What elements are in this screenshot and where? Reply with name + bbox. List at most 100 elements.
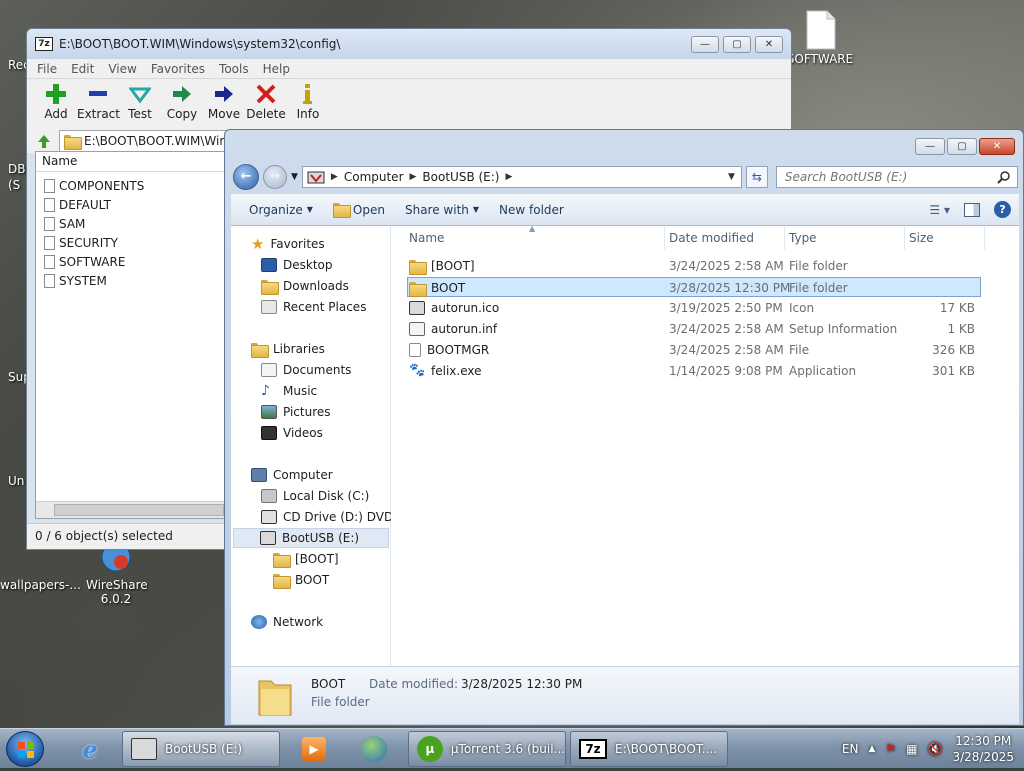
nav-music[interactable]: ♪ Music	[261, 381, 317, 401]
search-icon[interactable]	[997, 170, 1011, 184]
explorer-window[interactable]: — ▢ ✕ ← → ▼ ▶ Computer ▶ BootUSB (E:) ▶ …	[224, 129, 1024, 726]
column-headers: Name ▲ Date modified Type Size	[391, 224, 1019, 250]
breadcrumb-computer[interactable]: Computer	[344, 170, 404, 184]
folder-icon	[409, 259, 427, 275]
recent-pages-chevron-icon[interactable]: ▼	[291, 172, 298, 182]
refresh-button[interactable]: ⇆	[745, 166, 768, 188]
maximize-button[interactable]: ▢	[723, 35, 751, 53]
nav-recent-places[interactable]: Recent Places	[261, 297, 366, 317]
address-dropdown-icon[interactable]: ▼	[728, 172, 735, 182]
add-button[interactable]: Add	[35, 79, 77, 129]
file-list[interactable]: Name ▲ Date modified Type Size [BOOT] 3/…	[391, 224, 1019, 666]
scrollbar-thumb[interactable]	[54, 504, 224, 516]
maximize-button[interactable]: ▢	[947, 137, 977, 155]
recent-places-icon	[261, 300, 277, 314]
nav-videos[interactable]: Videos	[261, 423, 323, 443]
explorer-titlebar[interactable]: — ▢ ✕	[225, 130, 1023, 162]
taskbar: e BootUSB (E:) ▶ µ µTorrent 3.6 (buil...…	[0, 728, 1024, 768]
language-indicator[interactable]: EN	[842, 742, 859, 756]
up-folder-icon[interactable]	[35, 132, 53, 150]
taskbar-explorer-button[interactable]: BootUSB (E:)	[122, 731, 280, 767]
nav-computer[interactable]: Computer	[251, 465, 333, 485]
back-button[interactable]: ←	[233, 164, 259, 190]
nav-network[interactable]: Network	[251, 612, 323, 632]
organize-button[interactable]: Organize ▼	[243, 203, 327, 217]
new-folder-button[interactable]: New folder	[493, 203, 578, 217]
nav-boot-bracket[interactable]: [BOOT]	[273, 549, 339, 569]
minimize-button[interactable]: —	[691, 35, 719, 53]
view-options-icon[interactable]: ☰ ▾	[929, 203, 950, 217]
show-hidden-icons-icon[interactable]: ▲	[868, 744, 875, 754]
action-center-flag-icon[interactable]: ⚑	[885, 742, 896, 756]
file-name: COMPONENTS	[59, 178, 145, 193]
file-row[interactable]: 🐾 felix.exe 1/14/2025 9:08 PM Application…	[407, 361, 981, 381]
taskbar-utorrent-button[interactable]: µ µTorrent 3.6 (buil...	[408, 731, 566, 767]
help-icon[interactable]: ?	[994, 201, 1011, 218]
extract-button[interactable]: Extract	[77, 79, 120, 129]
file-row[interactable]: autorun.ico 3/19/2025 2:50 PM Icon 17 KB	[407, 298, 981, 318]
desktop-icon-label: SOFTWARE	[786, 52, 854, 66]
clock[interactable]: 12:30 PM 3/28/2025	[952, 733, 1014, 765]
open-button[interactable]: Open	[327, 203, 399, 218]
nav-bootusb[interactable]: BootUSB (E:)	[233, 528, 389, 548]
share-with-button[interactable]: Share with ▼	[399, 203, 493, 217]
add-label: Add	[44, 107, 68, 121]
test-button[interactable]: Test	[119, 79, 161, 129]
sevenzip-titlebar[interactable]: 7z E:\BOOT\BOOT.WIM\Windows\system32\con…	[27, 29, 791, 59]
close-button[interactable]: ✕	[979, 137, 1015, 155]
nav-local-disk[interactable]: Local Disk (C:)	[261, 486, 369, 506]
menu-view[interactable]: View	[108, 62, 136, 76]
nav-downloads[interactable]: Downloads	[261, 276, 349, 296]
menu-edit[interactable]: Edit	[71, 62, 94, 76]
nav-desktop[interactable]: Desktop	[261, 255, 333, 275]
start-button[interactable]	[6, 731, 44, 767]
nav-local-disk-label: Local Disk (C:)	[283, 489, 370, 503]
menu-help[interactable]: Help	[263, 62, 290, 76]
column-header-type[interactable]: Type	[785, 226, 905, 250]
file-row[interactable]: [BOOT] 3/24/2025 2:58 AM File folder	[407, 256, 981, 276]
search-box[interactable]	[775, 166, 1018, 188]
file-row[interactable]: autorun.inf 3/24/2025 2:58 AM Setup Info…	[407, 319, 981, 339]
breadcrumb-bootusb[interactable]: BootUSB (E:)	[422, 170, 499, 184]
nav-libraries-label: Libraries	[273, 342, 325, 356]
file-row[interactable]: BOOTMGR 3/24/2025 2:58 AM File 326 KB	[407, 340, 981, 360]
delete-button[interactable]: Delete	[245, 79, 287, 129]
copy-button[interactable]: Copy	[161, 79, 203, 129]
volume-icon[interactable]: 🔇	[928, 742, 943, 756]
info-button[interactable]: Info	[287, 79, 329, 129]
preview-pane-icon[interactable]	[964, 202, 980, 217]
desktop-icon-software[interactable]: SOFTWARE	[780, 10, 860, 66]
folder-icon	[409, 281, 427, 297]
taskbar-media-player-button[interactable]: ▶	[288, 731, 340, 767]
taskbar-ie-button[interactable]: e	[64, 731, 116, 767]
menu-file[interactable]: File	[37, 62, 57, 76]
breadcrumb-separator-icon[interactable]: ▶	[410, 172, 417, 182]
menu-favorites[interactable]: Favorites	[151, 62, 205, 76]
nav-favorites[interactable]: ★ Favorites	[251, 234, 325, 254]
minimize-button[interactable]: —	[915, 137, 945, 155]
file-row-selected[interactable]: BOOT 3/28/2025 12:30 PM File folder	[407, 277, 981, 297]
file-size: 17 KB	[939, 301, 975, 315]
nav-pictures[interactable]: Pictures	[261, 402, 331, 422]
forward-button[interactable]: →	[263, 165, 287, 189]
taskbar-network-button[interactable]	[348, 731, 400, 767]
extract-label: Extract	[77, 107, 120, 121]
network-tray-icon[interactable]: ▦	[906, 742, 917, 756]
desktop-icon-wallpapers[interactable]: wallpapers-...	[0, 548, 81, 592]
breadcrumb-separator-icon[interactable]: ▶	[505, 172, 512, 182]
nav-documents[interactable]: Documents	[261, 360, 351, 380]
nav-cd-drive[interactable]: CD Drive (D:) DVD1	[261, 507, 401, 527]
taskbar-7zip-button[interactable]: 7z E:\BOOT\BOOT....	[570, 731, 728, 767]
column-header-date[interactable]: Date modified	[665, 226, 785, 250]
move-button[interactable]: Move	[203, 79, 245, 129]
navigation-pane[interactable]: ★ Favorites Desktop Downloads Recent Plac…	[231, 226, 401, 666]
nav-libraries[interactable]: Libraries	[251, 339, 325, 359]
details-pane: BOOT Date modified: 3/28/2025 12:30 PM F…	[231, 666, 1019, 724]
menu-tools[interactable]: Tools	[219, 62, 249, 76]
desktop-icon-label: WireShare 6.0.2	[86, 578, 148, 606]
nav-boot[interactable]: BOOT	[273, 570, 329, 590]
search-input[interactable]	[782, 169, 983, 185]
explorer-address-bar[interactable]: ▶ Computer ▶ BootUSB (E:) ▶ ▼	[301, 166, 742, 188]
column-header-size[interactable]: Size	[905, 226, 985, 250]
close-button[interactable]: ✕	[755, 35, 783, 53]
